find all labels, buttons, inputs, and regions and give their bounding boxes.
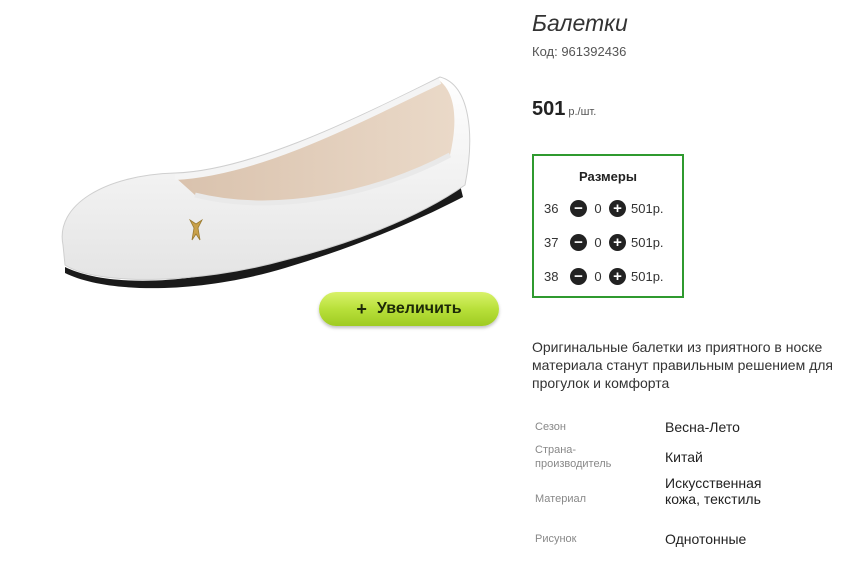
zoom-button[interactable]: + Увеличить	[319, 292, 499, 326]
size-row: 38 − 0 + 501р.	[544, 266, 664, 286]
size-price: 501р.	[631, 200, 664, 216]
price-unit: р./шт.	[568, 106, 597, 118]
size-price: 501р.	[631, 234, 664, 250]
spec-label-pattern: Рисунок	[535, 533, 577, 545]
spec-value-season: Весна-Лето	[665, 419, 740, 435]
spec-label-country: Страна-производитель	[535, 444, 612, 470]
quantity-value: 0	[594, 234, 602, 250]
spec-value-pattern: Однотонные	[665, 531, 747, 547]
spec-value-material: Искусственная кожа, текстиль	[665, 475, 762, 507]
size-row: 36 − 0 + 501р.	[544, 198, 664, 218]
size-value: 37	[544, 234, 559, 250]
ballet-flat-image	[61, 76, 471, 289]
size-value: 38	[544, 268, 559, 284]
spec-value-country: Китай	[665, 449, 703, 465]
zoom-button-label: Увеличить	[376, 300, 462, 317]
plus-icon[interactable]: +	[609, 267, 626, 285]
size-row: 37 − 0 + 501р.	[544, 232, 664, 252]
size-value: 36	[544, 200, 559, 216]
minus-icon[interactable]: −	[570, 199, 587, 217]
product-code: Код: 961392436	[532, 44, 627, 59]
minus-icon[interactable]: −	[570, 267, 587, 285]
quantity-value: 0	[594, 268, 602, 284]
plus-icon[interactable]: +	[609, 233, 626, 251]
product-description: Оригинальные балетки из приятного в носк…	[532, 339, 833, 391]
sizes-title: Размеры	[579, 169, 637, 184]
quantity-value: 0	[594, 200, 602, 216]
size-price: 501р.	[631, 268, 664, 284]
product-price: 501 р./шт.	[532, 98, 596, 121]
plus-icon[interactable]: +	[609, 199, 626, 217]
spec-label-season: Сезон	[535, 421, 566, 433]
plus-icon: +	[356, 298, 367, 319]
price-value: 501	[532, 98, 566, 120]
spec-label-material: Материал	[535, 493, 586, 505]
sizes-panel: Размеры 36 − 0 + 501р. 37 − 0 + 501р. 38…	[532, 154, 684, 298]
product-image[interactable]	[45, 55, 485, 315]
minus-icon[interactable]: −	[570, 233, 587, 251]
product-title: Балетки	[532, 10, 628, 36]
